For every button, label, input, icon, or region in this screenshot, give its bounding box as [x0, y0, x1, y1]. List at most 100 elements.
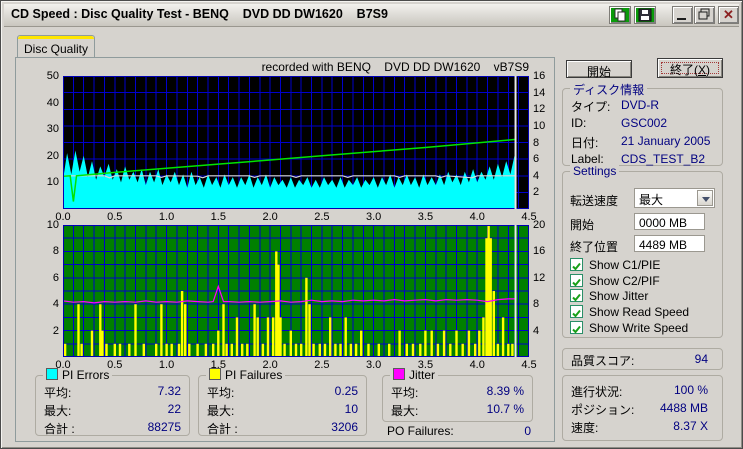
axis-tick-label: 20 — [533, 219, 546, 231]
transfer-speed-select[interactable]: 最大 — [634, 188, 715, 208]
axis-tick-label: 8 — [52, 245, 59, 258]
axis-tick-label: 2.0 — [262, 211, 278, 223]
total-label: 合計 : — [207, 422, 238, 436]
tab-disc-quality[interactable]: Disc Quality — [17, 35, 95, 58]
checkbox-box[interactable] — [570, 289, 583, 302]
id-label: ID: — [571, 116, 587, 130]
axis-tick-label: 8 — [533, 298, 540, 311]
app-window: CD Speed : Disc Quality Test - BENQ DVD … — [0, 0, 743, 449]
checkbox-box[interactable] — [570, 274, 583, 287]
axis-tick-label: 0.5 — [107, 211, 123, 223]
check-icon — [572, 278, 581, 287]
quality-score-box: 品質スコア: 94 — [562, 348, 723, 370]
start-button[interactable]: 開始 — [566, 60, 632, 79]
axis-tick-label: 1.5 — [210, 359, 226, 371]
exit-button[interactable]: 終了(X) — [657, 58, 723, 78]
save-report-button[interactable] — [634, 6, 656, 24]
pi-errors-total: 88275 — [147, 420, 181, 434]
settings-group: Settings 転送速度 最大 開始 0000 MB 終了位置 4489 MB… — [562, 164, 723, 338]
checkbox-box[interactable] — [570, 305, 583, 318]
avg-label: 平均: — [391, 386, 419, 400]
axis-tick-label: 3.0 — [366, 211, 382, 223]
axis-tick-label: 2.0 — [262, 359, 278, 371]
transfer-speed-label: 転送速度 — [570, 194, 619, 208]
copy-icon — [614, 8, 626, 22]
checkbox-box[interactable] — [570, 321, 583, 334]
check-icon — [572, 293, 581, 302]
axis-tick-label: 1.5 — [210, 211, 226, 223]
end-position-label: 終了位置 — [570, 240, 619, 254]
save-icon — [638, 8, 652, 22]
pi-failures-max: 10 — [344, 402, 358, 416]
jitter-avg: 8.39 % — [486, 384, 524, 398]
axis-tick-label: 8 — [533, 136, 540, 149]
checkbox-label: Show Read Speed — [589, 305, 690, 319]
end-position-input[interactable]: 4489 MB — [634, 235, 705, 252]
restore-button[interactable] — [694, 6, 715, 24]
max-label: 最大: — [44, 404, 72, 418]
progress-label: 進行状況: — [571, 385, 623, 399]
po-failures-label: PO Failures: — [387, 424, 454, 438]
start-position-label: 開始 — [570, 218, 595, 232]
date-label: 日付: — [571, 136, 599, 150]
axis-tick-label: 0.0 — [55, 359, 71, 371]
axis-tick-label: 12 — [533, 271, 546, 284]
axis-tick-label: 16 — [533, 70, 546, 82]
total-label: 合計 : — [44, 422, 75, 436]
speed-value: 8.37 X — [673, 419, 708, 433]
axis-tick-label: 3.5 — [417, 211, 434, 223]
window-title: CD Speed : Disc Quality Test - BENQ DVD … — [11, 7, 388, 21]
axis-tick-label: 10 — [46, 219, 59, 231]
checkbox-label: Show C1/PIE — [589, 258, 661, 272]
po-failures-row: PO Failures: 0 — [387, 424, 533, 438]
start-position-input[interactable]: 0000 MB — [634, 213, 705, 230]
axis-tick-label: 2 — [533, 186, 540, 199]
disc-info-title: ディスク情報 — [570, 81, 648, 98]
axis-tick-label: 10 — [533, 119, 546, 132]
axis-tick-label: 14 — [533, 86, 546, 99]
axis-tick-label: 2 — [52, 324, 59, 337]
avg-label: 平均: — [207, 386, 235, 400]
jitter-max: 10.7 % — [486, 402, 524, 416]
transfer-speed-value: 最大 — [639, 193, 664, 207]
quality-score-label: 品質スコア: — [571, 354, 635, 368]
tab-highlight — [18, 36, 94, 39]
checkbox-label: Show Write Speed — [589, 321, 689, 335]
axis-tick-label: 1.0 — [158, 359, 175, 371]
type-label: タイプ: — [571, 100, 611, 114]
axis-tick-label: 4 — [533, 324, 540, 337]
axis-tick-label: 0.5 — [107, 359, 123, 371]
axis-tick-label: 30 — [46, 123, 59, 136]
minimize-icon — [677, 18, 686, 20]
pi-failures-total: 3206 — [331, 420, 358, 434]
checkbox-label: Show C2/PIF — [589, 274, 660, 288]
axis-tick-label: 3.5 — [417, 359, 434, 371]
max-label: 最大: — [207, 404, 235, 418]
disc-type: DVD-R — [621, 98, 659, 112]
axis-tick-label: 6 — [52, 271, 59, 284]
title-bar[interactable]: CD Speed : Disc Quality Test - BENQ DVD … — [4, 4, 739, 27]
axis-tick-label: 1.0 — [158, 211, 175, 223]
checkbox-box[interactable] — [570, 258, 583, 271]
axis-tick-label: 4 — [533, 169, 540, 182]
axis-tick-label: 4.0 — [469, 359, 485, 371]
copy-report-button[interactable] — [609, 6, 631, 24]
jitter-color-chip — [393, 368, 405, 380]
pi-errors-chart — [63, 76, 529, 209]
minimize-button[interactable] — [672, 6, 693, 24]
axis-tick-label: 2.5 — [314, 359, 330, 371]
combo-dropdown-button[interactable] — [697, 190, 713, 206]
disc-label: CDS_TEST_B2 — [621, 152, 706, 166]
axis-tick-label: 20 — [46, 149, 59, 162]
jitter-stats-box: Jitter 平均: 8.39 % 最大: 10.7 % — [382, 368, 533, 422]
axis-tick-label: 12 — [533, 103, 546, 116]
axis-tick-label: 16 — [533, 245, 546, 258]
pi-errors-avg: 7.32 — [157, 384, 181, 398]
pi-failures-chart — [63, 225, 529, 357]
tab-panel: recorded with BENQ DVD DD DW1620 vB7S9 P… — [15, 57, 555, 442]
disc-info-group: ディスク情報 タイプ: DVD-R ID: GSC002 日付: 21 January… — [562, 81, 723, 166]
pi-failures-avg: 0.25 — [334, 384, 358, 398]
pi-errors-max: 22 — [167, 402, 181, 416]
speed-label: 速度: — [571, 421, 599, 435]
close-button[interactable]: ✕ — [718, 6, 739, 24]
